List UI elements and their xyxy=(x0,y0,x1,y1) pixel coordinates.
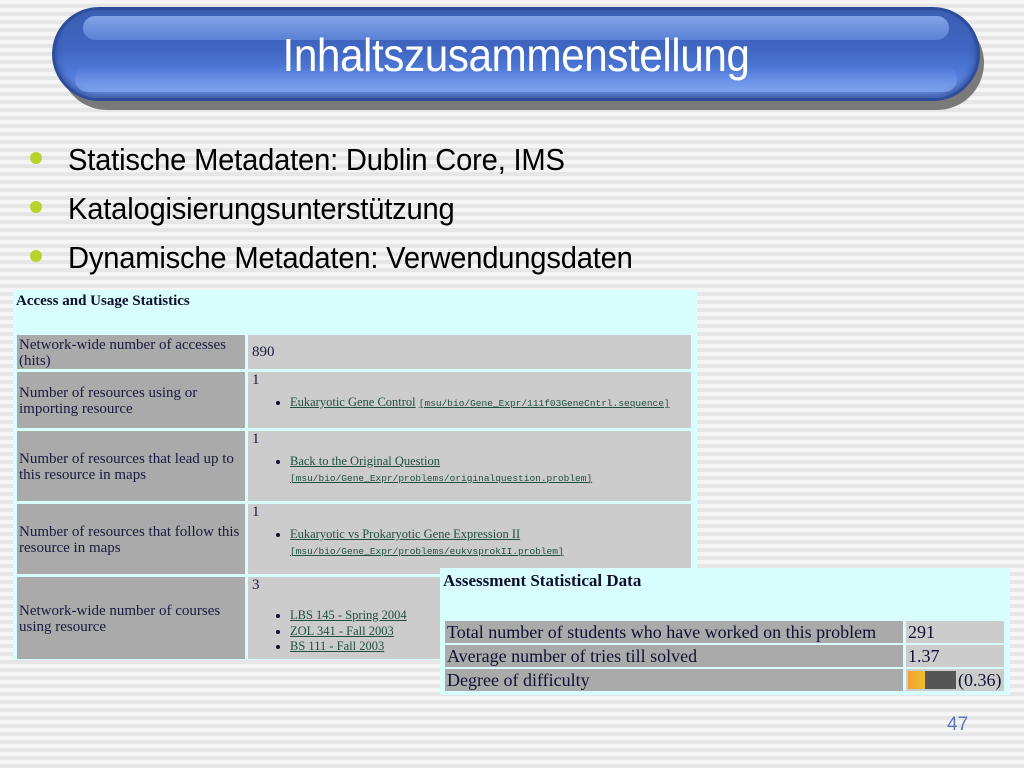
bullet-item: Dynamische Metadaten: Verwendungsdaten xyxy=(30,233,669,282)
table-row: Average number of tries till solved 1.37 xyxy=(445,645,1004,667)
slide-title: Inhaltszusammenstellung xyxy=(282,29,750,81)
difficulty-bar-fill xyxy=(908,671,926,689)
list-item: Back to the Original Question [msu/bio/Ge… xyxy=(276,454,687,486)
bullet-item: Katalogisierungsunterstützung xyxy=(30,184,669,233)
bullet-text: Katalogisierungsunterstützung xyxy=(68,190,455,226)
assessment-table: Total number of students who have worked… xyxy=(445,619,1004,693)
course-link[interactable]: BS 111 - Fall 2003 xyxy=(290,639,384,653)
difficulty-bar-remainder xyxy=(925,671,956,689)
page-number: 47 xyxy=(947,714,969,735)
difficulty-value: (0.36) xyxy=(958,670,1002,690)
row-value: 3 xyxy=(252,577,260,593)
bullet-dot-icon xyxy=(30,200,42,213)
course-link[interactable]: LBS 145 - Spring 2004 xyxy=(290,608,407,622)
row-value-cell: 1 Eukaryotic vs Prokaryotic Gene Express… xyxy=(245,504,691,574)
row-label-text: Number of resources that lead up to this… xyxy=(19,451,234,483)
list-item: Eukaryotic Gene Control [msu/bio/Gene_Ex… xyxy=(276,395,687,412)
assessment-panel-title: Assessment Statistical Data xyxy=(443,571,642,590)
row-label-text: Number of resources that follow this res… xyxy=(19,524,240,556)
bullet-dot-icon xyxy=(30,249,42,262)
row-value: 1 xyxy=(252,372,260,388)
row-value-cell: 890 xyxy=(245,335,691,369)
bullet-list: Statische Metadaten: Dublin Core, IMS Ka… xyxy=(30,135,669,282)
row-value: 890 xyxy=(252,343,275,360)
table-row: Number of resources using or importing r… xyxy=(17,372,691,428)
row-label-text: Network-wide number of courses using res… xyxy=(19,603,221,635)
row-value: 1 xyxy=(252,504,260,520)
resource-path[interactable]: [msu/bio/Gene_Expr/problems/eukvsprokII.… xyxy=(290,546,564,557)
row-label: Degree of difficulty xyxy=(445,669,903,691)
table-row: Number of resources that follow this res… xyxy=(17,504,691,574)
bullet-dot-icon xyxy=(30,151,42,164)
difficulty-indicator: (0.36) xyxy=(908,670,1002,690)
table-row: Degree of difficulty (0.36) xyxy=(445,669,1004,691)
assessment-panel: Assessment Statistical Data Total number… xyxy=(440,568,1010,695)
access-panel-title: Access and Usage Statistics xyxy=(16,293,190,309)
resource-list: Eukaryotic vs Prokaryotic Gene Expressio… xyxy=(276,527,687,559)
resource-path[interactable]: [msu/bio/Gene_Expr/111f03GeneCntrl.seque… xyxy=(419,398,670,409)
list-item: Eukaryotic vs Prokaryotic Gene Expressio… xyxy=(276,527,687,559)
resource-list: Back to the Original Question [msu/bio/Ge… xyxy=(276,454,687,486)
row-value: 291 xyxy=(903,621,1004,643)
row-label-text: Number of resources using or importing r… xyxy=(19,385,198,417)
resource-link[interactable]: Eukaryotic Gene Control xyxy=(290,395,416,409)
row-value-cell: 1 Eukaryotic Gene Control [msu/bio/Gene_… xyxy=(245,372,691,428)
table-row: Number of resources that lead up to this… xyxy=(17,431,691,501)
row-label: Number of resources that follow this res… xyxy=(17,504,245,574)
bullet-text: Dynamische Metadaten: Verwendungsdaten xyxy=(68,239,633,275)
row-label: Network-wide number of courses using res… xyxy=(17,577,245,659)
row-value-cell: 1 Back to the Original Question [msu/bio/… xyxy=(245,431,691,501)
resource-link[interactable]: Eukaryotic vs Prokaryotic Gene Expressio… xyxy=(290,527,520,541)
row-value-cell: (0.36) xyxy=(903,669,1004,691)
row-label: Network-wide number of accesses (hits) xyxy=(17,335,245,369)
course-link[interactable]: ZOL 341 - Fall 2003 xyxy=(290,624,394,638)
row-label: Number of resources that lead up to this… xyxy=(17,431,245,501)
bullet-item: Statische Metadaten: Dublin Core, IMS xyxy=(30,135,669,184)
resource-link[interactable]: Back to the Original Question xyxy=(290,454,440,468)
row-value: 1 xyxy=(252,431,260,447)
resource-path[interactable]: [msu/bio/Gene_Expr/problems/originalques… xyxy=(290,473,592,484)
bullet-text: Statische Metadaten: Dublin Core, IMS xyxy=(68,141,565,177)
row-label: Total number of students who have worked… xyxy=(445,621,903,643)
resource-list: Eukaryotic Gene Control [msu/bio/Gene_Ex… xyxy=(276,395,687,412)
title-banner: Inhaltszusammenstellung xyxy=(52,7,980,101)
table-row: Total number of students who have worked… xyxy=(445,621,1004,643)
table-row: Network-wide number of accesses (hits) 8… xyxy=(17,335,691,369)
row-label: Average number of tries till solved xyxy=(445,645,903,667)
difficulty-bar xyxy=(908,671,956,689)
row-label: Number of resources using or importing r… xyxy=(17,372,245,428)
row-value: 1.37 xyxy=(903,645,1004,667)
